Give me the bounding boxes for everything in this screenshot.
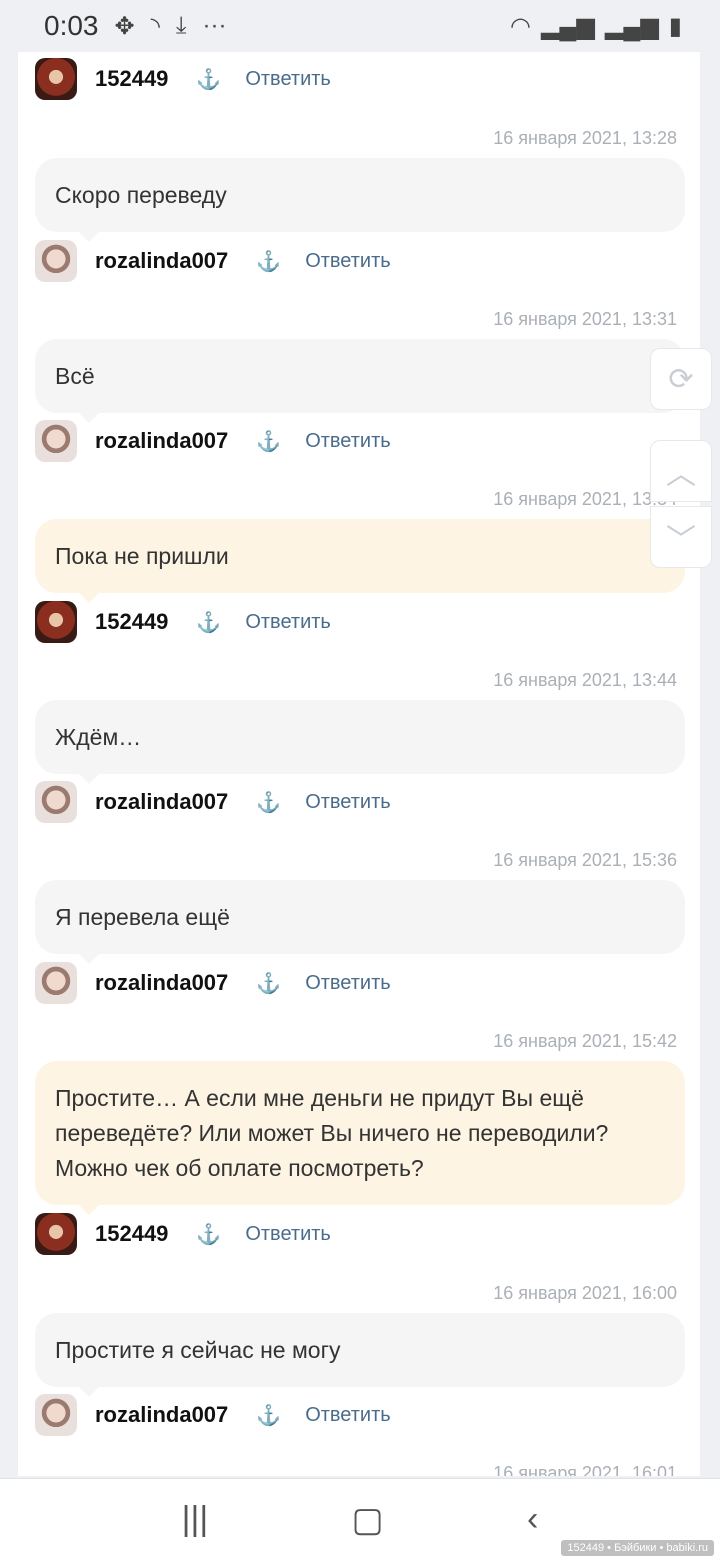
username[interactable]: rozalinda007 (95, 1402, 228, 1428)
comment-meta: 152449 ⚓ Ответить (35, 601, 331, 643)
reply-link[interactable]: Ответить (305, 430, 391, 453)
comment-date: 16 января 2021, 15:42 (493, 1031, 677, 1051)
comment-meta: rozalinda007 ⚓ Ответить (35, 420, 391, 462)
reply-link[interactable]: Ответить (305, 250, 391, 273)
comment-date: 16 января 2021, 16:00 (493, 1283, 677, 1303)
chevron-down-icon: ﹀ (666, 524, 696, 557)
reply-link[interactable]: Ответить (245, 611, 331, 634)
comment-date: 16 января 2021, 16:01 (493, 1463, 677, 1476)
refresh-button[interactable]: ⟳ (650, 348, 712, 410)
more-icon: ··· (202, 12, 227, 39)
comment-date: 16 января 2021, 13:44 (493, 670, 677, 690)
anchor-icon[interactable]: ⚓ (196, 610, 221, 635)
reply-link[interactable]: Ответить (245, 68, 331, 91)
avatar[interactable] (35, 58, 77, 100)
anchor-icon[interactable]: ⚓ (256, 429, 281, 454)
scroll-up-button[interactable]: ︿ (650, 440, 712, 502)
reply-link[interactable]: Ответить (245, 1223, 331, 1246)
anchor-icon[interactable]: ⚓ (196, 1222, 221, 1247)
signal-icon: ▂▄▆ (540, 12, 595, 40)
comment-date: 16 января 2021, 15:36 (493, 850, 677, 870)
avatar[interactable] (35, 962, 77, 1004)
anchor-icon[interactable]: ⚓ (256, 971, 281, 996)
comment-meta: rozalinda007 ⚓ Ответить (35, 1394, 391, 1436)
username[interactable]: rozalinda007 (95, 248, 228, 274)
comment-meta: rozalinda007 ⚓ Ответить (35, 240, 391, 282)
reply-link[interactable]: Ответить (305, 972, 391, 995)
refresh-icon: ⟳ (668, 362, 694, 396)
username[interactable]: 152449 (95, 66, 168, 92)
emblem-icon: ✥ (114, 12, 135, 40)
chevron-up-icon: ︿ (666, 458, 696, 491)
avatar[interactable] (35, 1394, 77, 1436)
home-button[interactable]: ▢ (352, 1500, 384, 1540)
avatar[interactable] (35, 1213, 77, 1255)
comment-meta: rozalinda007 ⚓ Ответить (35, 781, 391, 823)
rss-icon: ◝ (150, 12, 160, 40)
username[interactable]: rozalinda007 (95, 970, 228, 996)
status-bar: 0:03 ✥ ◝ ⤓ ··· ◠ ▂▄▆ ▂▄▆ ▮ (0, 0, 720, 52)
anchor-icon[interactable]: ⚓ (256, 1403, 281, 1428)
scroll-down-button[interactable]: ﹀ (650, 506, 712, 568)
comment-bubble: Простите я сейчас не могу (35, 1313, 685, 1397)
comment-meta: 152449 ⚓ Ответить (35, 58, 331, 100)
avatar[interactable] (35, 420, 77, 462)
battery-icon: ▮ (668, 12, 682, 40)
reply-link[interactable]: Ответить (305, 791, 391, 814)
username[interactable]: rozalinda007 (95, 428, 228, 454)
status-time: 0:03 (44, 10, 99, 41)
avatar[interactable] (35, 781, 77, 823)
comment-bubble-own: Простите… А если мне деньги не придут Вы… (35, 1061, 685, 1215)
comment-date: 16 января 2021, 13:28 (493, 128, 677, 148)
comment-meta: 152449 ⚓ Ответить (35, 1213, 331, 1255)
signal-icon: ▂▄▆ (604, 12, 659, 40)
anchor-icon[interactable]: ⚓ (196, 67, 221, 92)
comment-bubble: Скоро переведу (35, 158, 685, 242)
avatar[interactable] (35, 240, 77, 282)
comment-bubble-own: Пока не пришли (35, 519, 685, 603)
watermark: 152449 • Бэйбики • babiki.ru (561, 1540, 714, 1556)
comment-bubble: Я перевела ещё (35, 880, 685, 964)
back-button[interactable]: ‹ (527, 1500, 538, 1539)
recent-apps-button[interactable]: ||| (182, 1500, 209, 1539)
wifi-icon: ◠ (509, 12, 531, 40)
comment-feed[interactable]: 152449 ⚓ Ответить 16 января 2021, 13:28 … (18, 52, 700, 1476)
comment-bubble: Ждём… (35, 700, 685, 784)
avatar[interactable] (35, 601, 77, 643)
username[interactable]: 152449 (95, 609, 168, 635)
download-icon: ⤓ (175, 12, 187, 39)
anchor-icon[interactable]: ⚓ (256, 249, 281, 274)
anchor-icon[interactable]: ⚓ (256, 790, 281, 815)
reply-link[interactable]: Ответить (305, 1404, 391, 1427)
comment-meta: rozalinda007 ⚓ Ответить (35, 962, 391, 1004)
username[interactable]: 152449 (95, 1221, 168, 1247)
username[interactable]: rozalinda007 (95, 789, 228, 815)
comment-bubble: Всё (35, 339, 685, 423)
comment-date: 16 января 2021, 13:31 (493, 309, 677, 329)
